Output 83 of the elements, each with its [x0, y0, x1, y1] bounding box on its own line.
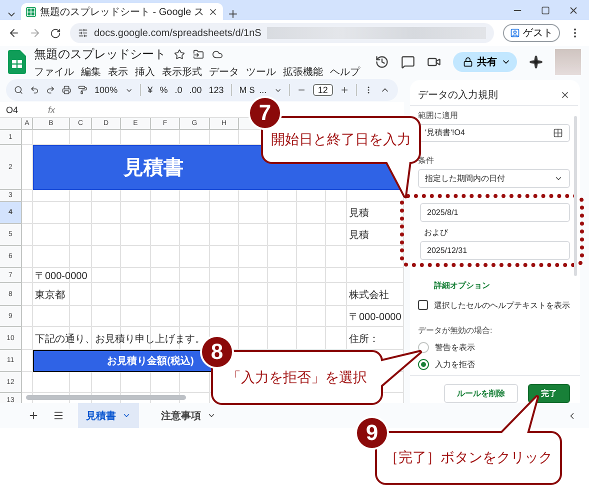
- radio-label: 入力を拒否: [435, 358, 475, 370]
- document-title[interactable]: 無題のスプレッドシート: [34, 46, 166, 62]
- menu-item[interactable]: 編集: [81, 64, 101, 78]
- scrollbar[interactable]: [574, 116, 577, 276]
- formula-label: fx: [48, 104, 56, 114]
- field-label: 範囲に適用: [418, 110, 459, 121]
- sheet-tab[interactable]: 注意事項: [153, 403, 224, 428]
- reload-icon[interactable]: [50, 28, 61, 38]
- menu-item[interactable]: 挿入: [135, 64, 155, 78]
- cell-text: 株式会社: [348, 288, 389, 302]
- cell-text: 見積: [348, 228, 369, 242]
- sparkle-icon[interactable]: [529, 55, 543, 69]
- caret-icon: [207, 411, 216, 420]
- sheet-list-icon[interactable]: [53, 410, 64, 421]
- redo-icon[interactable]: [46, 85, 56, 95]
- panel-title: データの入力規則: [418, 88, 498, 102]
- grid-icon: [553, 128, 563, 138]
- person-icon: [510, 28, 520, 38]
- lock-icon: [463, 57, 473, 67]
- end-date-field[interactable]: 2025/12/31: [420, 240, 570, 260]
- field-label: データが無効の場合:: [418, 324, 494, 336]
- move-folder-icon[interactable]: [193, 48, 204, 60]
- close-icon[interactable]: [568, 4, 579, 16]
- cell-text: 東京都: [34, 288, 65, 302]
- close-icon[interactable]: [560, 90, 570, 100]
- menu-item[interactable]: ヘルプ: [330, 64, 360, 78]
- maximize-icon[interactable]: [541, 6, 550, 14]
- menu-item[interactable]: データ: [209, 64, 239, 78]
- radio-button[interactable]: [418, 358, 429, 370]
- comment-icon[interactable]: [401, 55, 415, 69]
- profile-button[interactable]: ゲスト: [503, 24, 560, 42]
- cloud-icon[interactable]: [212, 48, 223, 60]
- sheets-logo[interactable]: [8, 50, 26, 74]
- done-button[interactable]: 完了: [528, 384, 570, 403]
- cell-text: 〒000-0000: [348, 310, 402, 324]
- sheets-icon: [26, 6, 36, 16]
- add-sheet-icon[interactable]: [28, 410, 39, 421]
- back-icon[interactable]: [8, 27, 20, 39]
- checkbox-label: 選択したセルのヘルプテキストを表示: [434, 300, 570, 311]
- menu-item[interactable]: 表示形式: [162, 64, 202, 78]
- number-format-button[interactable]: 123: [208, 85, 224, 95]
- percent-button[interactable]: %: [160, 85, 168, 95]
- cell-text: 〒000-0000: [34, 270, 88, 282]
- increase-size-icon[interactable]: [340, 85, 350, 95]
- field-label: 条件: [418, 155, 435, 166]
- close-icon[interactable]: [208, 6, 218, 16]
- radio-label: 警告を表示: [435, 342, 475, 353]
- advanced-options-link[interactable]: 詳細オプション: [434, 280, 570, 291]
- menu-item[interactable]: ツール: [246, 64, 276, 78]
- font-select[interactable]: ＭＳ ...: [238, 84, 267, 96]
- cell-text: 住所：: [348, 332, 379, 346]
- menu-item[interactable]: 拡張機能: [283, 64, 323, 78]
- paint-format-icon[interactable]: [78, 85, 88, 95]
- menu-item[interactable]: ファイル: [34, 64, 74, 78]
- zoom-select[interactable]: 100%: [94, 85, 118, 95]
- menu-item[interactable]: 表示: [108, 64, 128, 78]
- conjunction-label: および: [424, 226, 449, 238]
- site-settings-icon[interactable]: [78, 28, 88, 38]
- print-icon[interactable]: [62, 85, 72, 95]
- increase-decimal-button[interactable]: .00: [189, 85, 202, 95]
- criteria-select[interactable]: 指定した期間内の日付: [418, 169, 570, 188]
- sheet-tab[interactable]: 見積書: [78, 403, 139, 428]
- address-bar[interactable]: docs.google.com/spreadsheets/d/1nS: [70, 23, 494, 43]
- video-icon[interactable]: [427, 55, 441, 69]
- undo-icon[interactable]: [30, 85, 40, 95]
- scrollbar[interactable]: [26, 395, 186, 400]
- start-date-field[interactable]: 2025/8/1: [420, 202, 570, 222]
- cell-reference[interactable]: O4: [6, 104, 18, 114]
- new-tab-icon[interactable]: [226, 8, 239, 20]
- remove-rule-button[interactable]: ルールを削除: [444, 384, 518, 403]
- cell-text: 見積: [348, 206, 369, 220]
- callout-text: ［完了］ボタンをクリック: [385, 448, 552, 467]
- currency-button[interactable]: ¥: [148, 85, 153, 95]
- checkbox[interactable]: [418, 300, 428, 310]
- font-size-field[interactable]: 12: [312, 84, 333, 96]
- star-icon[interactable]: [174, 48, 185, 60]
- search-icon[interactable]: [14, 85, 24, 95]
- share-button[interactable]: 共有: [453, 52, 517, 72]
- history-icon[interactable]: [375, 55, 389, 69]
- browser-tab[interactable]: 無題のスプレッドシート - Google ス: [21, 3, 223, 20]
- caret-icon: [122, 411, 131, 420]
- range-field[interactable]: '見積書'!O4: [418, 124, 570, 142]
- decrease-decimal-button[interactable]: .0: [174, 85, 182, 95]
